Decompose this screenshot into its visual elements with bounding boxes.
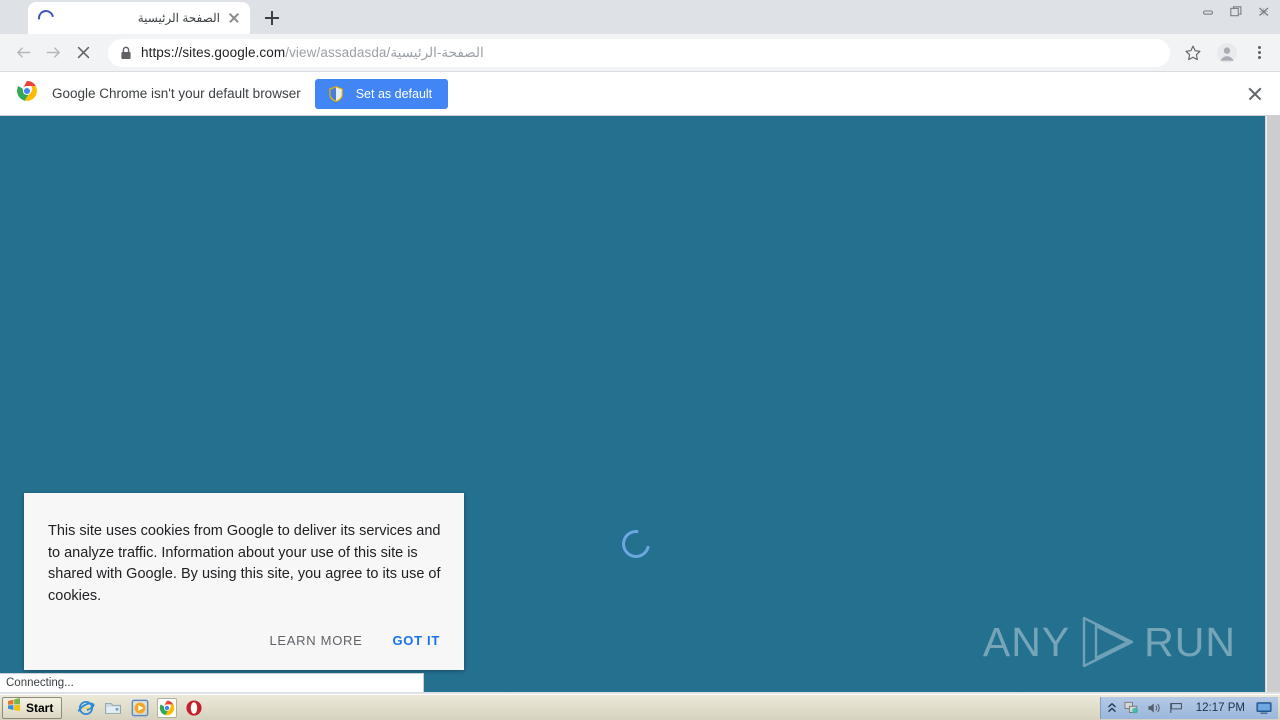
chrome-icon[interactable]: [157, 697, 178, 718]
menu-dot: [1257, 55, 1261, 59]
url-host: sites.google.com: [182, 44, 286, 60]
taskbar: Start 12:17 PM: [0, 694, 1280, 720]
watermark-any-text: ANY: [982, 618, 1071, 665]
browser-toolbar: https://sites.google.com/view/assadasda/…: [0, 34, 1280, 72]
page-loading-spinner-icon: [616, 524, 656, 564]
network-icon[interactable]: [1124, 701, 1140, 715]
restore-button[interactable]: [1222, 2, 1250, 22]
url-text: https://sites.google.com/view/assadasda/…: [141, 45, 484, 61]
eject-flag-icon[interactable]: [1169, 701, 1185, 715]
page-viewport: This site uses cookies from Google to de…: [0, 116, 1280, 692]
menu-dot: [1257, 46, 1261, 50]
back-arrow-icon[interactable]: [8, 38, 38, 68]
infobar-message: Google Chrome isn't your default browser: [52, 86, 301, 101]
set-as-default-label: Set as default: [355, 86, 433, 101]
page-scrollbar[interactable]: [1265, 116, 1280, 692]
url-path: /view/assadasda/الصفحة-الرئيسية: [285, 44, 484, 60]
three-dot-menu-icon[interactable]: [1246, 38, 1272, 68]
learn-more-button[interactable]: LEARN MORE: [270, 633, 363, 648]
browser-tab[interactable]: الصفحة الرئيسية: [28, 2, 250, 34]
default-browser-infobar: Google Chrome isn't your default browser…: [0, 72, 1280, 116]
system-tray: 12:17 PM: [1099, 696, 1278, 719]
start-label: Start: [26, 700, 54, 715]
close-button[interactable]: [1250, 2, 1278, 22]
tab-strip: الصفحة الرئيسية: [0, 0, 1280, 34]
media-player-icon[interactable]: [130, 698, 150, 718]
cookie-consent-actions: LEARN MORE GOT IT: [48, 607, 440, 670]
windows-flag-icon: [6, 697, 22, 718]
address-bar[interactable]: https://sites.google.com/view/assadasda/…: [108, 38, 1170, 67]
window-controls: [1194, 0, 1278, 24]
chevron-up-icon[interactable]: [1107, 702, 1117, 714]
cookie-consent-banner: This site uses cookies from Google to de…: [24, 493, 464, 670]
internet-explorer-icon[interactable]: [76, 698, 96, 718]
anyrun-play-triangle-icon: [1076, 614, 1138, 670]
stop-x-icon[interactable]: [68, 38, 98, 68]
menu-dot: [1257, 51, 1261, 54]
browser-window: الصفحة الرئيسية https://sites.google.com…: [0, 0, 1280, 694]
infobar-close-icon[interactable]: [1242, 81, 1268, 107]
profile-avatar-icon[interactable]: [1212, 38, 1242, 68]
quick-launch-bar: [76, 697, 204, 718]
start-button[interactable]: Start: [2, 696, 63, 719]
new-tab-button[interactable]: [258, 4, 286, 32]
star-icon[interactable]: [1178, 38, 1208, 68]
show-desktop-icon[interactable]: [1256, 701, 1272, 715]
forward-arrow-icon[interactable]: [38, 38, 68, 68]
set-as-default-button[interactable]: Set as default: [314, 78, 449, 109]
close-icon[interactable]: [226, 10, 242, 26]
tab-title: الصفحة الرئيسية: [137, 11, 220, 25]
minimize-button[interactable]: [1194, 2, 1222, 22]
url-scheme-host: https://: [141, 44, 183, 60]
got-it-button[interactable]: GOT IT: [392, 633, 440, 648]
lock-icon: [120, 46, 132, 60]
opera-icon[interactable]: [184, 698, 204, 718]
chrome-logo-icon: [16, 80, 38, 107]
anyrun-watermark: ANY RUN: [983, 614, 1236, 670]
cookie-consent-text: This site uses cookies from Google to de…: [48, 523, 441, 604]
folder-icon[interactable]: [103, 698, 123, 718]
shield-icon: [327, 85, 345, 103]
speaker-icon[interactable]: [1147, 701, 1162, 715]
tray-clock[interactable]: 12:17 PM: [1196, 702, 1245, 714]
status-bubble: Connecting...: [0, 673, 424, 692]
watermark-run-text: RUN: [1144, 618, 1236, 665]
page-scrollbar-thumb[interactable]: [1267, 116, 1280, 692]
